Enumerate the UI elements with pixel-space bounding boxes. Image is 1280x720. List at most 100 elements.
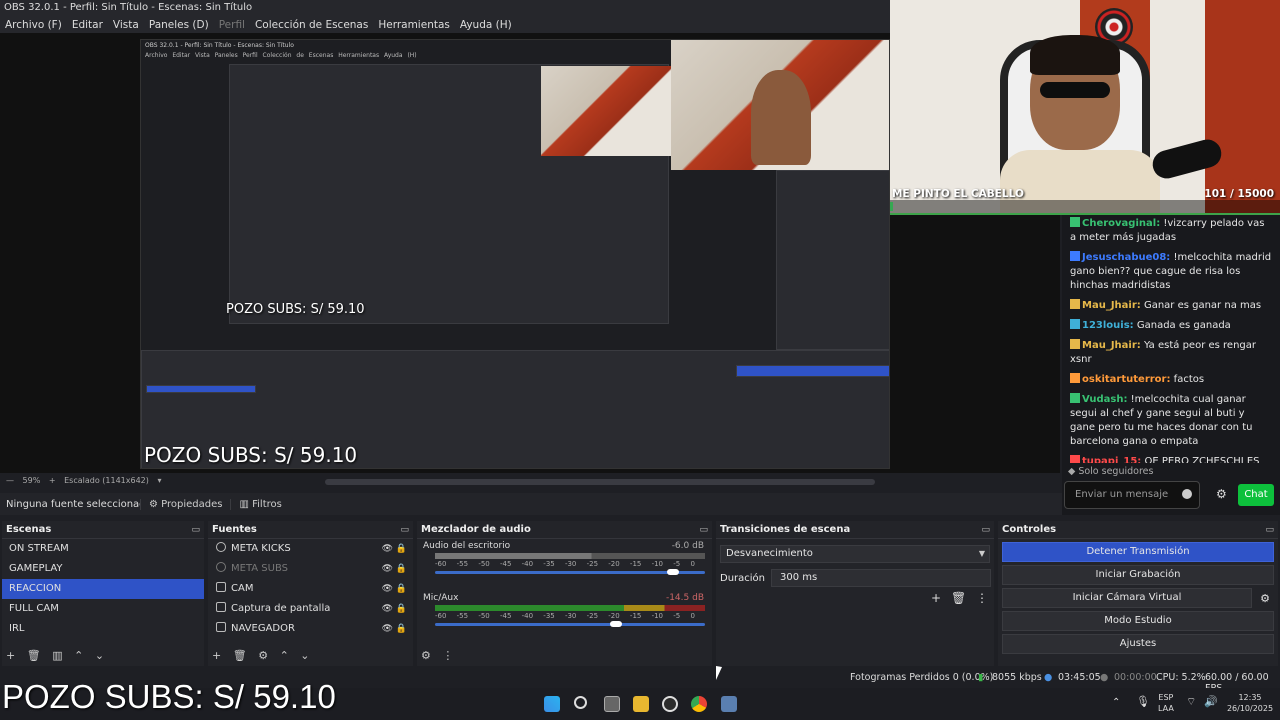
calculator-icon[interactable] bbox=[721, 696, 737, 712]
channel-name: Mic/Aux bbox=[423, 593, 459, 603]
chat-username[interactable]: 123louis: bbox=[1082, 320, 1134, 331]
emoji-icon[interactable] bbox=[1182, 489, 1192, 499]
eye-icon[interactable]: 👁 bbox=[382, 579, 393, 599]
up-icon[interactable]: ⌃ bbox=[74, 649, 83, 662]
language-indicator[interactable]: ESP LAA bbox=[1158, 692, 1174, 714]
menu-coleccion[interactable]: Colección de Escenas bbox=[250, 19, 373, 31]
source-item[interactable]: CAM 👁 🔒 bbox=[208, 579, 413, 599]
settings-button[interactable]: Ajustes bbox=[1002, 634, 1274, 654]
obs-icon[interactable] bbox=[662, 696, 678, 712]
volume-knob[interactable] bbox=[667, 569, 679, 575]
nested-pozo-text-2: POZO SUBS: S/ 59.10 bbox=[226, 302, 365, 317]
chat-username[interactable]: oskitartuterror: bbox=[1082, 374, 1171, 385]
menu-editar[interactable]: Editar bbox=[67, 19, 108, 31]
wifi-icon[interactable]: ⌔ bbox=[1186, 696, 1196, 707]
search-icon[interactable] bbox=[574, 696, 587, 709]
clock[interactable]: 12:35 26/10/2025 bbox=[1222, 692, 1278, 714]
menu-ayuda[interactable]: Ayuda (H) bbox=[455, 19, 517, 31]
lock-icon[interactable]: 🔒 bbox=[396, 579, 407, 599]
chat-username[interactable]: Mau_Jhair: bbox=[1082, 340, 1141, 351]
chrome-icon[interactable] bbox=[691, 696, 707, 712]
source-item[interactable]: NAVEGADOR 👁 🔒 bbox=[208, 619, 413, 639]
add-icon[interactable]: + bbox=[931, 591, 941, 605]
volume-slider[interactable] bbox=[435, 623, 705, 626]
eye-icon[interactable]: 👁 bbox=[382, 619, 393, 639]
duration-input[interactable]: 300 ms bbox=[771, 569, 992, 587]
menu-perfil[interactable]: Perfil bbox=[214, 19, 250, 31]
menu-archivo[interactable]: Archivo (F) bbox=[0, 19, 67, 31]
chevron-down-icon[interactable]: ▾ bbox=[157, 476, 161, 485]
chevron-up-icon[interactable]: ⌃ bbox=[1112, 697, 1120, 708]
more-icon[interactable]: ⋮ bbox=[442, 649, 453, 662]
gear-icon[interactable]: ⚙ bbox=[1260, 592, 1270, 605]
volume-knob[interactable] bbox=[610, 621, 622, 627]
stop-streaming-button[interactable]: Detener Transmisión bbox=[1002, 542, 1274, 562]
volume-icon[interactable]: 🔊 bbox=[1204, 696, 1218, 707]
mic-icon[interactable]: 🎙 bbox=[1136, 696, 1150, 707]
task-view-icon[interactable] bbox=[604, 696, 620, 712]
gear-icon[interactable]: ⚙ bbox=[1216, 487, 1227, 501]
dock-float-icon[interactable]: ▭ bbox=[981, 521, 990, 539]
menu-herramientas[interactable]: Herramientas bbox=[373, 19, 455, 31]
lock-icon[interactable]: 🔒 bbox=[396, 559, 407, 579]
mixer-dock: Mezclador de audio ▭ Audio del escritorio… bbox=[417, 521, 712, 666]
chat-username[interactable]: Mau_Jhair: bbox=[1082, 300, 1141, 311]
cpu-usage: CPU: 5.2% bbox=[1156, 672, 1206, 683]
chat-username[interactable]: Cherovaginal: bbox=[1082, 218, 1160, 229]
studio-mode-button[interactable]: Modo Estudio bbox=[1002, 611, 1274, 631]
mouse-cursor bbox=[716, 665, 728, 683]
trash-icon[interactable]: 🗑 bbox=[27, 649, 41, 662]
chat-username[interactable]: Vudash: bbox=[1082, 394, 1127, 405]
lock-icon[interactable]: 🔒 bbox=[396, 599, 407, 619]
dock-float-icon[interactable]: ▭ bbox=[699, 521, 708, 539]
scene-item[interactable]: IRL bbox=[2, 619, 204, 639]
eye-icon[interactable]: 👁 bbox=[382, 539, 393, 559]
nested-pozo-text: POZO SUBS: S/ 59.10 bbox=[144, 443, 358, 467]
source-item[interactable]: META KICKS 👁 🔒 bbox=[208, 539, 413, 559]
zoom-plus-icon[interactable]: + bbox=[49, 476, 56, 485]
eye-hidden-icon[interactable]: 👁 bbox=[382, 559, 393, 579]
audio-settings-icon[interactable]: ⚙ bbox=[421, 649, 431, 662]
gear-icon[interactable]: ⚙ bbox=[258, 649, 268, 662]
lock-icon[interactable]: 🔒 bbox=[396, 539, 407, 559]
trash-icon[interactable]: 🗑 bbox=[951, 591, 966, 605]
volume-slider[interactable] bbox=[435, 571, 705, 574]
source-item[interactable]: META SUBS 👁 🔒 bbox=[208, 559, 413, 579]
down-icon[interactable]: ⌄ bbox=[300, 649, 309, 662]
chat-send-button[interactable]: Chat bbox=[1238, 484, 1274, 506]
scene-item[interactable]: ON STREAM bbox=[2, 539, 204, 559]
filter-icon[interactable]: ▥ bbox=[52, 649, 62, 662]
collapse-icon[interactable]: — bbox=[6, 476, 14, 485]
scene-item[interactable]: FULL CAM bbox=[2, 599, 204, 619]
eye-icon[interactable]: 👁 bbox=[382, 599, 393, 619]
more-icon[interactable]: ⋮ bbox=[976, 591, 988, 605]
zoom-scale[interactable]: Escalado (1141x642) bbox=[64, 476, 149, 485]
sources-title: Fuentes ▭ bbox=[208, 521, 413, 539]
source-item[interactable]: Captura de pantalla 👁 🔒 bbox=[208, 599, 413, 619]
start-virtual-camera-button[interactable]: Iniciar Cámara Virtual bbox=[1002, 588, 1252, 608]
dock-float-icon[interactable]: ▭ bbox=[1265, 521, 1274, 539]
scene-item-selected[interactable]: REACCION bbox=[2, 579, 204, 599]
chat-username[interactable]: Jesuschabue08: bbox=[1082, 252, 1170, 263]
transition-select[interactable]: Desvanecimiento ▼ bbox=[720, 545, 990, 563]
add-icon[interactable]: + bbox=[6, 649, 15, 662]
scene-item[interactable]: GAMEPLAY bbox=[2, 559, 204, 579]
properties-button[interactable]: ⚙ Propiedades bbox=[140, 498, 230, 510]
zoom-percent[interactable]: 59% bbox=[23, 476, 41, 485]
bitrate: 8055 kbps bbox=[992, 672, 1042, 683]
up-icon[interactable]: ⌃ bbox=[280, 649, 289, 662]
menu-paneles[interactable]: Paneles (D) bbox=[144, 19, 214, 31]
windows-start-icon[interactable] bbox=[544, 696, 560, 712]
menu-vista[interactable]: Vista bbox=[108, 19, 144, 31]
chat-input[interactable]: Enviar un mensaje bbox=[1064, 481, 1200, 509]
mixer-channel-desktop: Audio del escritorio -6.0 dB -60 -55 -50… bbox=[417, 539, 712, 591]
down-icon[interactable]: ⌄ bbox=[95, 649, 104, 662]
lock-icon[interactable]: 🔒 bbox=[396, 619, 407, 639]
file-explorer-icon[interactable] bbox=[633, 696, 649, 712]
start-recording-button[interactable]: Iniciar Grabación bbox=[1002, 565, 1274, 585]
add-icon[interactable]: + bbox=[212, 649, 221, 662]
filters-button[interactable]: ▥ Filtros bbox=[230, 498, 289, 510]
trash-icon[interactable]: 🗑 bbox=[233, 649, 247, 662]
dock-float-icon[interactable]: ▭ bbox=[191, 521, 200, 539]
dock-float-icon[interactable]: ▭ bbox=[400, 521, 409, 539]
